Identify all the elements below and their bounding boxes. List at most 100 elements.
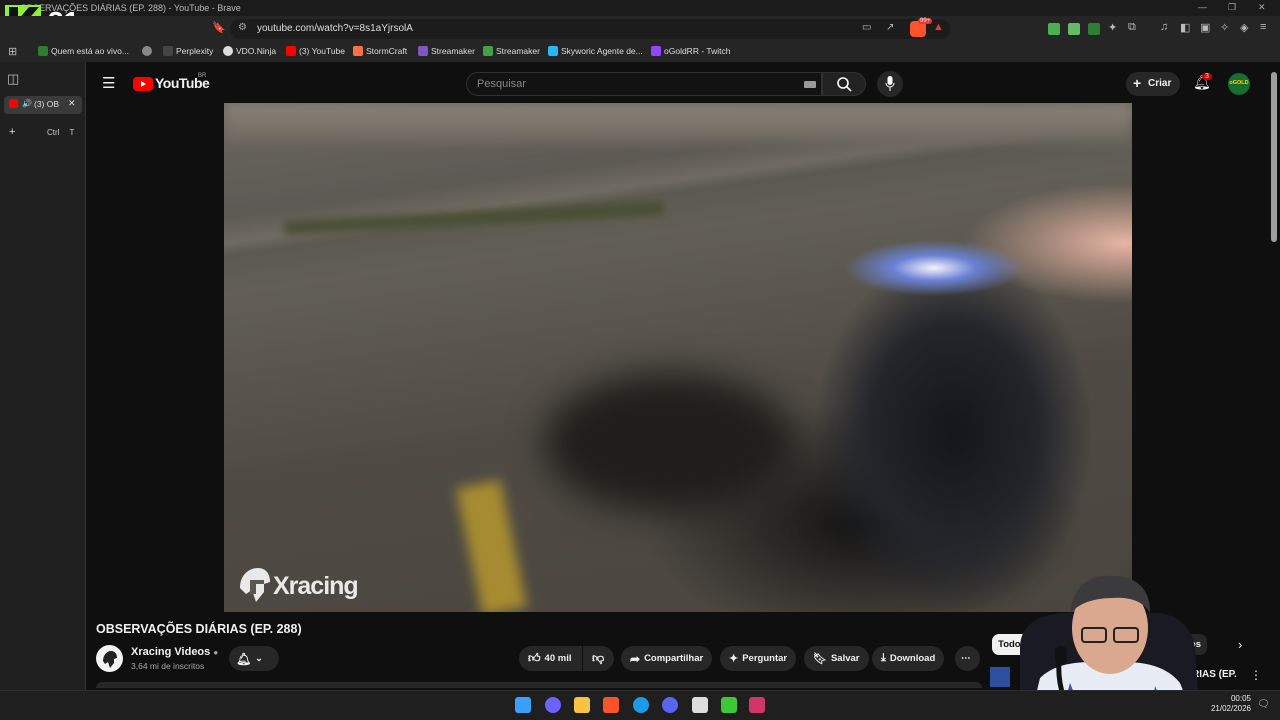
bookmarks-bar: ⊞ Quem está ao vivo... Perplexity VDO.Ni… (0, 42, 1280, 62)
bookmark-item[interactable]: Skyworic Agente de... (548, 46, 643, 56)
bookmark-item[interactable]: oGoldRR - Twitch (651, 46, 730, 56)
share-button[interactable]: ➦ Compartilhar (621, 646, 713, 671)
brave-browser-icon[interactable] (603, 697, 619, 713)
clock-time: 00:05 (1230, 694, 1251, 703)
extensions-puzzle-icon[interactable]: ✦ (1108, 21, 1117, 34)
save-button[interactable]: 🔖︎ Salvar (804, 646, 869, 671)
bookmark-item[interactable]: Streamaker (483, 46, 540, 56)
search-placeholder: Pesquisar (477, 78, 526, 90)
dislike-button[interactable]: 👎︎ (583, 646, 614, 671)
extension-icon[interactable] (1068, 23, 1080, 35)
video-frame-background (224, 103, 1132, 143)
chevron-right-icon[interactable]: › (1238, 637, 1242, 652)
address-bar[interactable]: ⚙ youtube.com/watch?v=8s1aYjrsolA ▭ ↗ (230, 19, 950, 39)
download-icon: ⤓ (881, 652, 886, 664)
search-input[interactable]: Pesquisar (466, 72, 822, 96)
plus-icon: + (1133, 75, 1142, 91)
more-vertical-icon[interactable]: ⋮ (1250, 668, 1262, 682)
bookmark-favicon-icon (483, 46, 493, 56)
create-label: Criar (1148, 78, 1172, 89)
app-icon[interactable] (721, 697, 737, 713)
window-title-bar: OBSERVAÇÕES DIÁRIAS (EP. 288) - YouTube … (0, 0, 1280, 16)
close-window-icon[interactable]: ✕ (1258, 2, 1266, 13)
bookmark-item[interactable]: Streamaker (418, 46, 475, 56)
sidebar-toggle-icon[interactable]: ◧ (1180, 21, 1190, 34)
voice-search-button[interactable] (877, 71, 903, 97)
sidebar-panel-icon[interactable]: ◫ (7, 71, 19, 87)
browser-tab[interactable]: 🔊 (3) OB ✕ (4, 96, 82, 114)
bookmark-item[interactable]: Quem está ao vivo... (38, 46, 129, 56)
video-frame-detail (283, 201, 665, 235)
app-icon[interactable] (545, 697, 561, 713)
bookmark-favicon-icon (163, 46, 173, 56)
share-arrow-icon: ➦ (630, 651, 641, 666)
windows-start-icon[interactable] (515, 697, 531, 713)
create-button[interactable]: + Criar (1126, 72, 1180, 96)
system-clock[interactable]: 00:05 21/02/2026 (1205, 694, 1251, 714)
new-tab-shortcut: Ctrl T (47, 128, 75, 137)
close-tab-icon[interactable]: ✕ (68, 98, 76, 109)
like-button[interactable]: 👍︎ 40 mil (519, 646, 582, 671)
sparkle-icon: ✦ (729, 653, 739, 665)
keyboard-icon[interactable] (804, 81, 816, 88)
more-horizontal-icon: ⋯ (961, 653, 971, 664)
app-icon[interactable] (749, 697, 765, 713)
restore-icon[interactable]: ❐ (1228, 2, 1236, 13)
cast-icon[interactable]: ▭ (862, 22, 871, 33)
vpn-icon[interactable]: ◈ (1240, 21, 1248, 34)
bookmark-item[interactable]: VDO.Ninja (223, 46, 276, 56)
edge-browser-icon[interactable] (633, 697, 649, 713)
url-text: youtube.com/watch?v=8s1aYjrsolA (257, 23, 413, 34)
more-actions-button[interactable]: ⋯ (955, 646, 980, 671)
notification-center-icon[interactable]: 🗨 (1257, 699, 1270, 710)
audio-playing-icon[interactable]: 🔊 (22, 99, 32, 108)
bookmark-item[interactable] (142, 46, 152, 56)
file-explorer-icon[interactable] (574, 697, 590, 713)
minimize-icon[interactable]: — (1198, 2, 1207, 12)
page-scrollbar[interactable] (1271, 72, 1277, 242)
extension-icon[interactable] (1048, 23, 1060, 35)
site-settings-icon[interactable]: ⚙ (238, 22, 247, 33)
bookmark-favicon-icon (418, 46, 428, 56)
description-box[interactable] (96, 682, 982, 688)
video-watermark: Xracing (273, 572, 359, 600)
guide-menu-icon[interactable]: ☰ (102, 74, 115, 92)
extension-icon[interactable] (1088, 23, 1100, 35)
menu-icon[interactable]: ≡ (1260, 21, 1266, 33)
share-page-icon[interactable]: ↗ (886, 22, 894, 33)
shields-badge: 99+ (918, 18, 933, 24)
thumbs-down-icon: 👎︎ (592, 651, 605, 665)
video-frame-detail (455, 479, 528, 612)
bookmark-icon[interactable]: 🔖 (212, 21, 226, 34)
bookmark-favicon-icon (548, 46, 558, 56)
channel-avatar[interactable] (96, 645, 123, 672)
media-icon[interactable]: ♫ (1160, 21, 1168, 33)
channel-name[interactable]: Xracing Videos ● (131, 646, 218, 658)
bookmark-favicon-icon (286, 46, 296, 56)
new-tab-button[interactable]: + (9, 126, 15, 138)
bookmark-favicon-icon (223, 46, 233, 56)
discord-icon[interactable] (662, 697, 678, 713)
spartan-helmet-icon (236, 566, 272, 606)
account-avatar[interactable]: oGOLD (1228, 73, 1250, 95)
wallet-icon[interactable]: ▣ (1200, 21, 1210, 34)
bookmark-item[interactable]: Perplexity (163, 46, 213, 56)
ask-button[interactable]: ✦ Perguntar (720, 646, 797, 671)
brave-rewards-icon[interactable]: ▲ (933, 21, 944, 33)
download-button[interactable]: ⤓ Download (872, 646, 945, 671)
search-button[interactable] (822, 72, 866, 96)
bell-icon: 🔔︎ (236, 651, 252, 666)
region-code: BR (198, 73, 207, 79)
vertical-tabs-sidebar: ◫ (0, 62, 86, 690)
subscribe-notifications-button[interactable]: 🔔︎ ⌄ (229, 646, 279, 671)
bookmark-item[interactable]: (3) YouTube (286, 46, 345, 56)
video-player[interactable] (224, 103, 1132, 612)
avatar-text: oGOLD (1229, 80, 1249, 86)
bookmark-item[interactable]: StormCraft (353, 46, 407, 56)
streamlabs-icon[interactable] (692, 697, 708, 713)
apps-grid-icon[interactable]: ⊞ (8, 45, 17, 58)
video-title: OBSERVAÇÕES DIÁRIAS (EP. 288) (96, 622, 302, 636)
youtube-logo-icon[interactable] (133, 77, 153, 91)
screenshot-icon[interactable]: ⧉ (1128, 21, 1136, 34)
leo-icon[interactable]: ✧ (1220, 21, 1229, 34)
